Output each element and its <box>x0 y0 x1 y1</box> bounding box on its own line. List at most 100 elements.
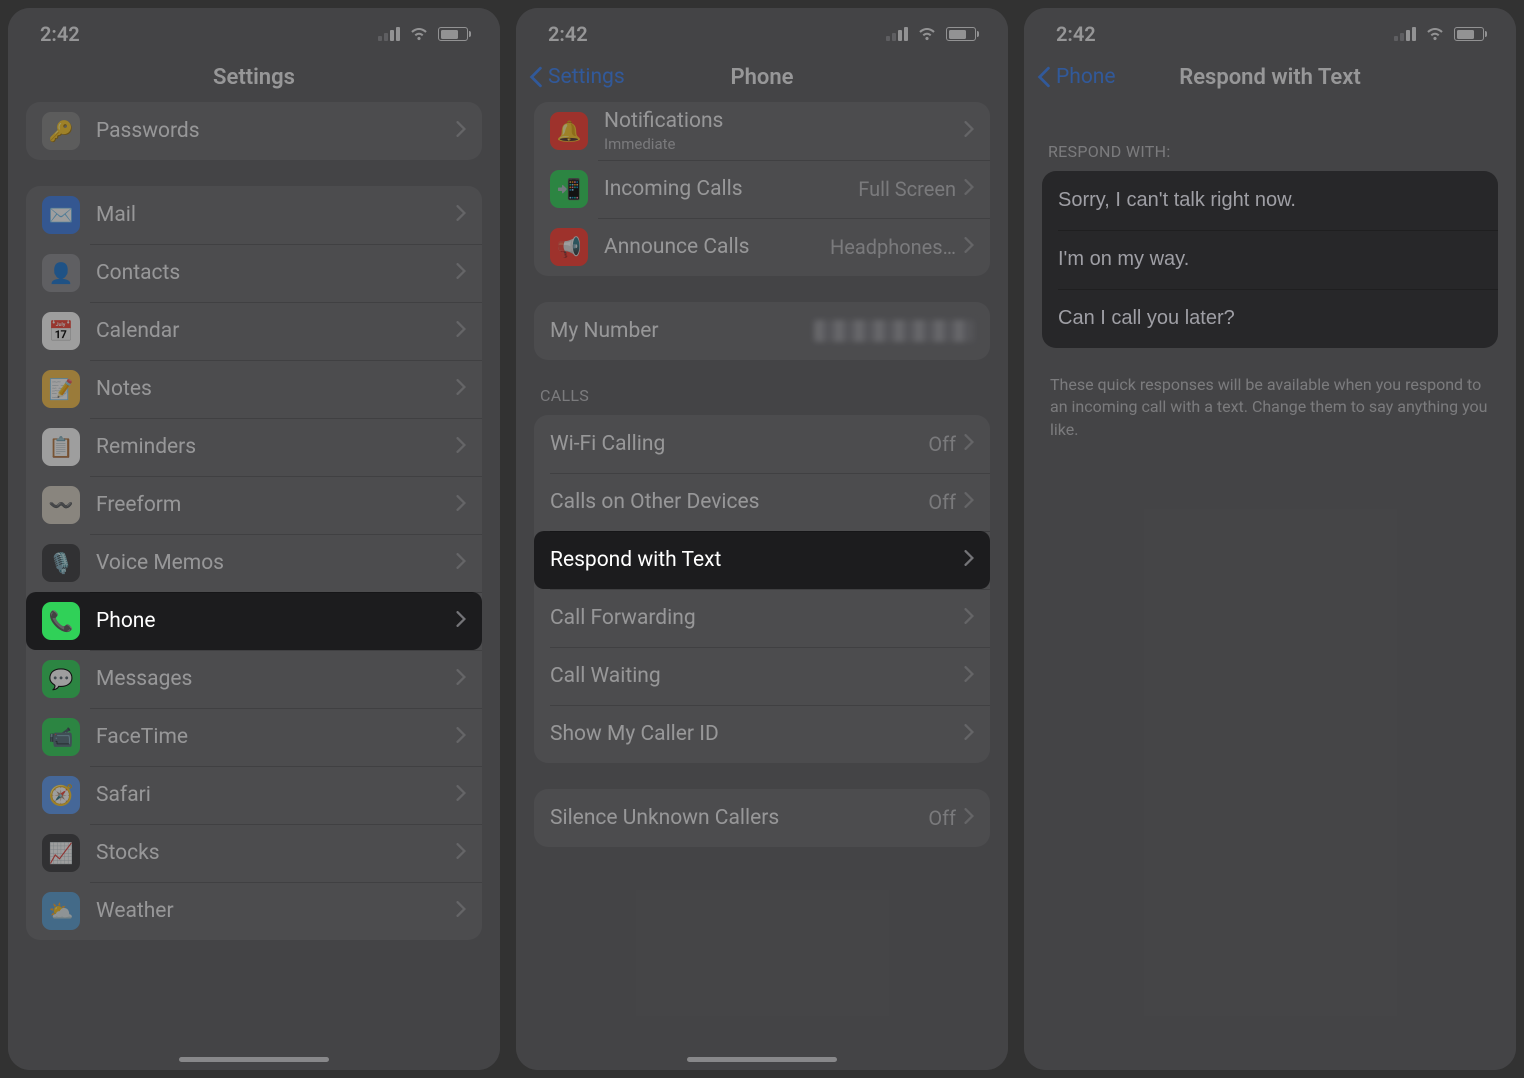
facetime-icon: 📹 <box>42 718 80 756</box>
row-my-number[interactable]: My Number <box>534 302 990 360</box>
status-time: 2:42 <box>1056 22 1096 46</box>
chevron-right-icon <box>456 611 466 631</box>
settings-row-phone[interactable]: 📞 Phone <box>26 592 482 650</box>
messages-icon: 💬 <box>42 660 80 698</box>
safari-icon: 🧭 <box>42 776 80 814</box>
home-indicator[interactable] <box>179 1057 329 1062</box>
row-silence-unknown[interactable]: Silence Unknown Callers Off <box>534 789 990 847</box>
chevron-right-icon <box>456 121 466 141</box>
wifi-icon <box>1424 22 1446 46</box>
row-respond-with-text[interactable]: Respond with Text <box>534 531 990 589</box>
chevron-right-icon <box>456 379 466 399</box>
bell-icon: 🔔 <box>550 112 588 150</box>
settings-row-mail[interactable]: ✉️ Mail <box>26 186 482 244</box>
nav-title: Settings <box>8 65 500 90</box>
screen-respond-with-text: 2:42 Phone Respond with Text RESPOND WIT… <box>1024 8 1516 1070</box>
cellular-signal-icon <box>886 27 908 41</box>
key-icon: 🔑 <box>42 112 80 150</box>
nav-title: Respond with Text <box>1024 65 1516 90</box>
mail-icon: ✉️ <box>42 196 80 234</box>
row-calls-other-devices[interactable]: Calls on Other Devices Off <box>534 473 990 531</box>
settings-row-notes[interactable]: 📝 Notes <box>26 360 482 418</box>
settings-row-facetime[interactable]: 📹 FaceTime <box>26 708 482 766</box>
chevron-right-icon <box>964 724 974 744</box>
status-right <box>886 22 976 46</box>
screen-settings: 2:42 Settings 🔑 Passwords ✉️ Mail 👤 <box>8 8 500 1070</box>
settings-row-messages[interactable]: 💬 Messages <box>26 650 482 708</box>
screen-phone-settings: 2:42 Settings Phone 🔔 Notifications Imme… <box>516 8 1008 1070</box>
stocks-icon: 📈 <box>42 834 80 872</box>
navbar: Settings <box>8 52 500 102</box>
status-right <box>1394 22 1484 46</box>
chevron-right-icon <box>964 666 974 686</box>
settings-list[interactable]: 🔑 Passwords ✉️ Mail 👤 Contacts 📅 Calenda… <box>8 102 500 1070</box>
settings-row-reminders[interactable]: 📋 Reminders <box>26 418 482 476</box>
chevron-right-icon <box>456 843 466 863</box>
chevron-right-icon <box>456 495 466 515</box>
battery-icon <box>1454 27 1484 41</box>
chevron-right-icon <box>456 669 466 689</box>
settings-row-passwords[interactable]: 🔑 Passwords <box>26 102 482 160</box>
incoming-call-icon: 📲 <box>550 170 588 208</box>
announce-icon: 📢 <box>550 228 588 266</box>
voice-memos-icon: 🎙️ <box>42 544 80 582</box>
status-bar: 2:42 <box>516 8 1008 52</box>
chevron-right-icon <box>456 321 466 341</box>
row-show-caller-id[interactable]: Show My Caller ID <box>534 705 990 763</box>
notes-icon: 📝 <box>42 370 80 408</box>
wifi-icon <box>408 22 430 46</box>
chevron-right-icon <box>964 492 974 512</box>
section-footer: These quick responses will be available … <box>1050 374 1490 441</box>
settings-row-stocks[interactable]: 📈 Stocks <box>26 824 482 882</box>
chevron-right-icon <box>964 237 974 257</box>
row-announce-calls[interactable]: 📢 Announce Calls Headphones… <box>534 218 990 276</box>
phone-settings-list[interactable]: 🔔 Notifications Immediate 📲 Incoming Cal… <box>516 102 1008 1070</box>
settings-row-safari[interactable]: 🧭 Safari <box>26 766 482 824</box>
chevron-right-icon <box>964 434 974 454</box>
calendar-icon: 📅 <box>42 312 80 350</box>
settings-row-freeform[interactable]: 〰️ Freeform <box>26 476 482 534</box>
response-row[interactable] <box>1042 230 1498 289</box>
chevron-right-icon <box>964 121 974 141</box>
navbar: Phone Respond with Text <box>1024 52 1516 102</box>
nav-title: Phone <box>516 65 1008 90</box>
chevron-right-icon <box>456 553 466 573</box>
settings-row-weather[interactable]: ⛅ Weather <box>26 882 482 940</box>
redacted-number <box>814 320 974 342</box>
status-bar: 2:42 <box>8 8 500 52</box>
response-input-1[interactable] <box>1058 171 1482 230</box>
section-header-calls: CALLS <box>540 386 984 405</box>
chevron-right-icon <box>964 179 974 199</box>
cellular-signal-icon <box>378 27 400 41</box>
status-bar: 2:42 <box>1024 8 1516 52</box>
navbar: Settings Phone <box>516 52 1008 102</box>
row-wifi-calling[interactable]: Wi-Fi Calling Off <box>534 415 990 473</box>
chevron-right-icon <box>456 785 466 805</box>
row-call-waiting[interactable]: Call Waiting <box>534 647 990 705</box>
chevron-right-icon <box>456 205 466 225</box>
row-notifications[interactable]: 🔔 Notifications Immediate <box>534 102 990 160</box>
battery-icon <box>438 27 468 41</box>
status-time: 2:42 <box>548 22 588 46</box>
settings-row-calendar[interactable]: 📅 Calendar <box>26 302 482 360</box>
row-call-forwarding[interactable]: Call Forwarding <box>534 589 990 647</box>
wifi-icon <box>916 22 938 46</box>
row-incoming-calls[interactable]: 📲 Incoming Calls Full Screen <box>534 160 990 218</box>
response-input-3[interactable] <box>1058 289 1482 348</box>
chevron-right-icon <box>964 608 974 628</box>
weather-icon: ⛅ <box>42 892 80 930</box>
response-input-2[interactable] <box>1058 230 1482 289</box>
section-header-respond: RESPOND WITH: <box>1048 142 1492 161</box>
status-right <box>378 22 468 46</box>
home-indicator[interactable] <box>687 1057 837 1062</box>
settings-row-voice-memos[interactable]: 🎙️ Voice Memos <box>26 534 482 592</box>
phone-icon: 📞 <box>42 602 80 640</box>
settings-row-contacts[interactable]: 👤 Contacts <box>26 244 482 302</box>
response-row[interactable] <box>1042 289 1498 348</box>
reminders-icon: 📋 <box>42 428 80 466</box>
chevron-right-icon <box>964 550 974 570</box>
response-row[interactable] <box>1042 171 1498 230</box>
battery-icon <box>946 27 976 41</box>
chevron-right-icon <box>456 263 466 283</box>
respond-list: RESPOND WITH: These quick responses will… <box>1024 102 1516 1070</box>
